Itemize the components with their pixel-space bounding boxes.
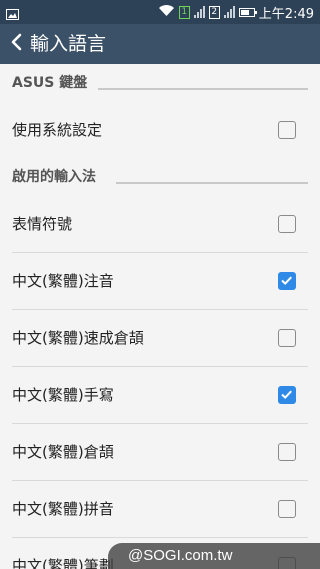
checkbox-checked[interactable] [278, 272, 296, 290]
app-bar: 輸入語言 [0, 24, 320, 64]
section-header-enabled-input-methods: 啟用的輸入法 [0, 158, 320, 196]
list-item-pinyin[interactable]: 中文(繁體)拼音 [0, 481, 320, 538]
section-title: 啟用的輸入法 [12, 169, 96, 185]
list-item-label: 中文(繁體)速成倉頡 [12, 329, 144, 347]
settings-list[interactable]: ASUS 鍵盤 使用系統設定 啟用的輸入法 表情符號 中文(繁體)注音 中文(繁… [0, 64, 320, 569]
image-icon [6, 5, 19, 24]
clock: 上午2:49 [258, 6, 314, 22]
battery-icon [238, 7, 257, 17]
checkbox[interactable] [278, 215, 296, 233]
signal-icon [193, 6, 205, 18]
list-item-zhuyin[interactable]: 中文(繁體)注音 [0, 253, 320, 310]
checkmark-icon [281, 390, 292, 400]
chevron-left-icon [10, 33, 22, 55]
page-title: 輸入語言 [30, 33, 107, 55]
wifi-icon [158, 4, 175, 21]
section-header-asus-keyboard: ASUS 鍵盤 [0, 64, 320, 102]
list-item-cangjie[interactable]: 中文(繁體)倉頡 [0, 424, 320, 481]
list-item-label: 中文(繁體)筆劃 [12, 557, 114, 569]
list-item-emoji[interactable]: 表情符號 [0, 196, 320, 253]
checkmark-icon [281, 276, 292, 286]
status-bar: 1 2 上午2:49 [0, 0, 320, 24]
watermark: @SOGI.com.tw [108, 543, 320, 569]
list-item-label: 中文(繁體)注音 [12, 272, 114, 290]
list-item-label: 中文(繁體)手寫 [12, 386, 114, 404]
checkbox-checked[interactable] [278, 386, 296, 404]
list-item-label: 中文(繁體)倉頡 [12, 443, 114, 461]
list-item-label: 中文(繁體)拼音 [12, 500, 114, 518]
checkbox[interactable] [278, 121, 296, 139]
signal-icon [223, 6, 235, 18]
checkbox[interactable] [278, 500, 296, 518]
section-divider [116, 182, 308, 184]
checkbox[interactable] [278, 443, 296, 461]
checkbox[interactable] [278, 329, 296, 347]
section-divider [98, 88, 308, 90]
list-item-use-system-settings[interactable]: 使用系統設定 [0, 102, 320, 159]
back-button[interactable] [4, 24, 28, 64]
list-item-quick-cangjie[interactable]: 中文(繁體)速成倉頡 [0, 310, 320, 367]
list-item-handwriting[interactable]: 中文(繁體)手寫 [0, 367, 320, 424]
list-item-label: 表情符號 [12, 215, 73, 233]
section-title: ASUS 鍵盤 [12, 75, 88, 91]
sim1-icon: 1 [178, 5, 190, 19]
list-item-label: 使用系統設定 [12, 121, 103, 139]
sim2-icon: 2 [208, 5, 220, 19]
